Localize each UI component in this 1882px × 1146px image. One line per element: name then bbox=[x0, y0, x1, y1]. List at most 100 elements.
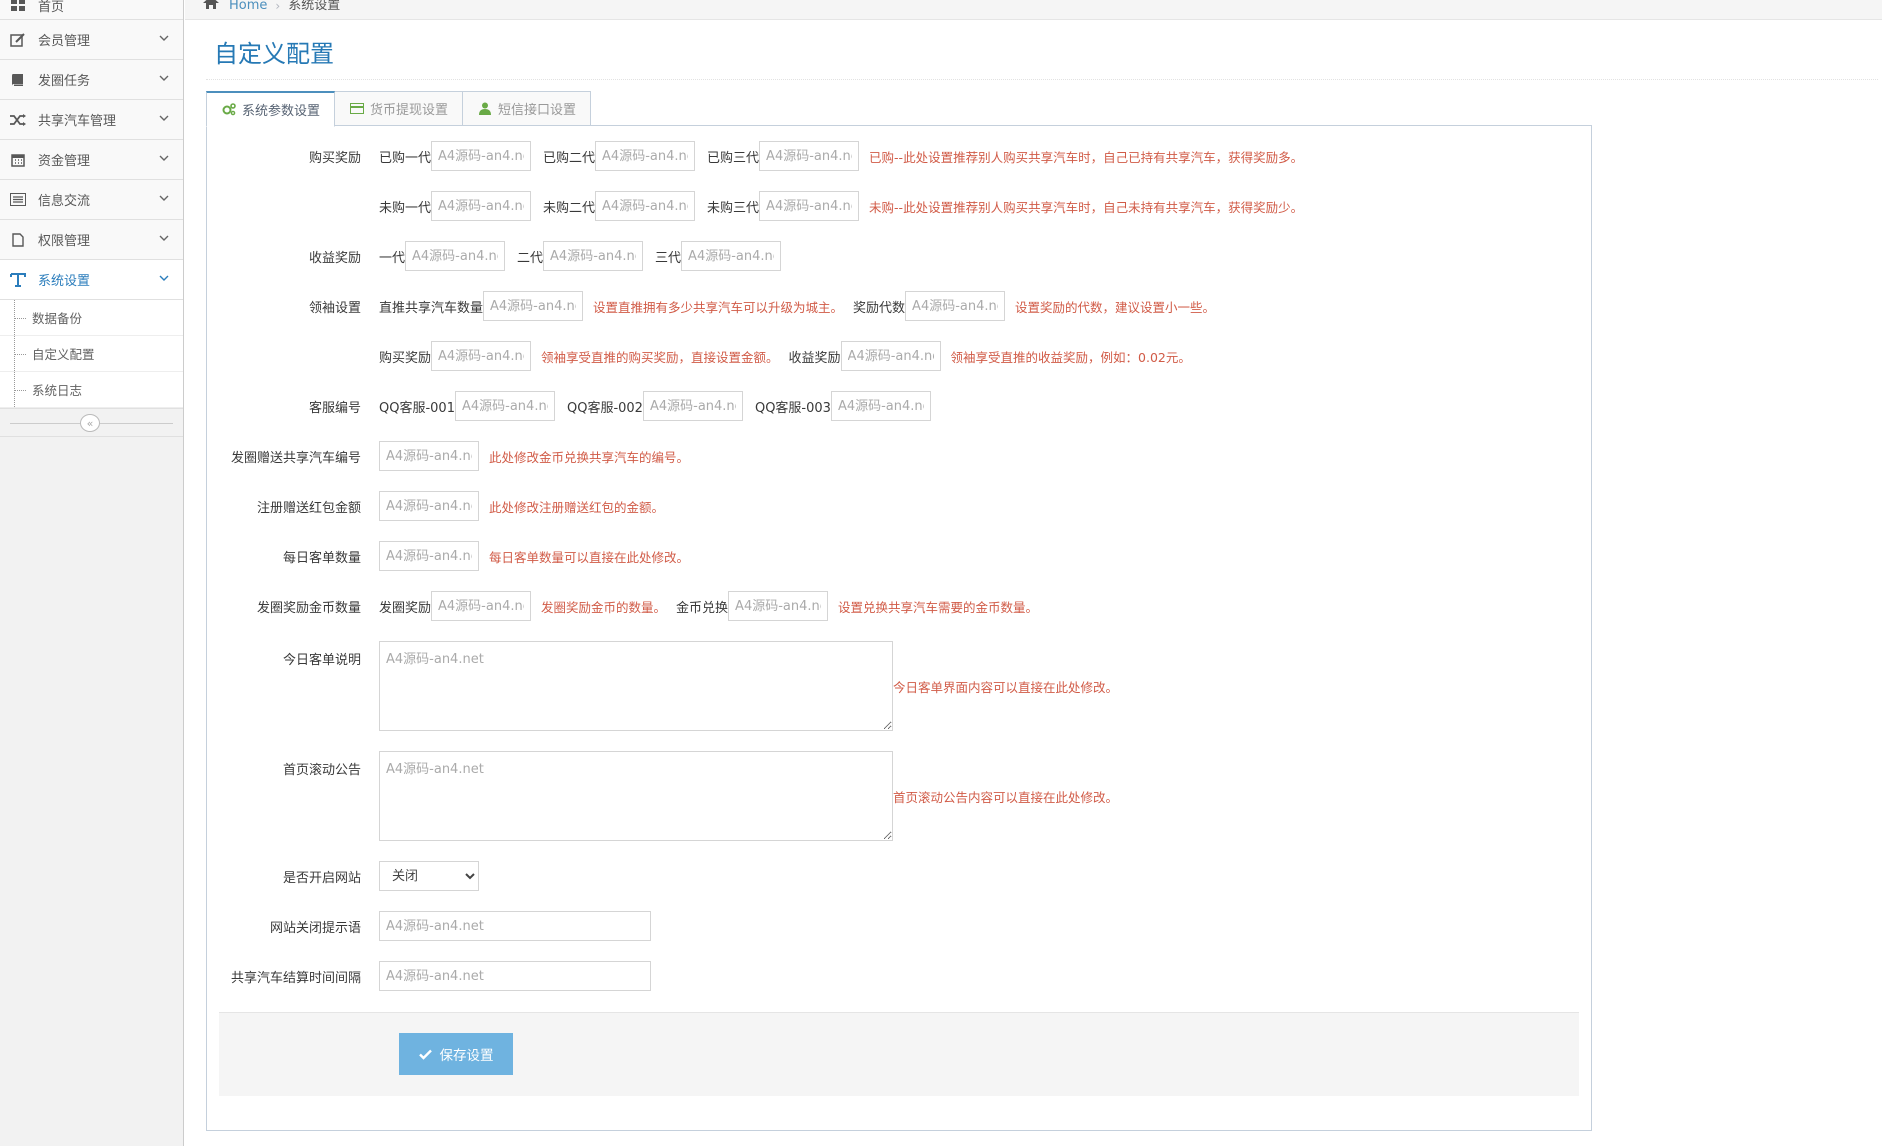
breadcrumb-home-link[interactable]: Home bbox=[229, 0, 267, 13]
sidebar-item-cars[interactable]: 共享汽车管理 bbox=[0, 100, 183, 140]
form-row-circle-reward: 发圈奖励金币数量 发圈奖励 发圈奖励金币的数量。 金币兑换 设置兑换共享汽车需要… bbox=[207, 591, 1038, 621]
form-row-site-open: 是否开启网站 关闭 bbox=[207, 861, 479, 891]
leader-direct-count-input[interactable] bbox=[483, 291, 584, 321]
leader-income-reward-input[interactable] bbox=[840, 341, 941, 371]
sidebar: 首页 会员管理 发圈任务 共享汽车管理 资金管理 信息交流 权限管理 系统设置 … bbox=[0, 0, 184, 1146]
leader-reward-gen-input[interactable] bbox=[905, 291, 1006, 321]
field-prefix: 未购二代 bbox=[543, 200, 596, 216]
chevron-down-icon bbox=[159, 75, 169, 81]
system-settings-submenu: 数据备份 自定义配置 系统日志 bbox=[0, 300, 183, 409]
field-label: 领袖设置 bbox=[308, 300, 361, 316]
register-gift-input[interactable] bbox=[379, 491, 479, 521]
tab-sms-interface[interactable]: 短信接口设置 bbox=[462, 91, 592, 126]
field-prefix: 未购一代 bbox=[379, 200, 432, 216]
bought-gen1-input[interactable] bbox=[431, 141, 532, 171]
shuffle-icon bbox=[8, 110, 28, 130]
settle-interval-input[interactable] bbox=[379, 961, 651, 991]
daily-orders-input[interactable] bbox=[379, 541, 479, 571]
field-hint: 领袖享受直推的购买奖励，直接设置金额。 bbox=[541, 349, 779, 365]
bought-gen2-input[interactable] bbox=[595, 141, 696, 171]
collapse-sidebar-button[interactable]: « bbox=[80, 414, 100, 432]
site-open-select[interactable]: 关闭 bbox=[379, 861, 479, 891]
dashboard-icon bbox=[8, 0, 28, 15]
cogs-icon bbox=[221, 102, 237, 118]
today-desc-textarea[interactable] bbox=[379, 641, 893, 731]
sidebar-item-label: 首页 bbox=[38, 0, 65, 15]
unbought-gen3-input[interactable] bbox=[759, 191, 860, 221]
income-gen1-input[interactable] bbox=[405, 241, 506, 271]
home-icon bbox=[203, 0, 219, 13]
book-icon bbox=[8, 70, 28, 90]
form-row-settle-interval: 共享汽车结算时间间隔 bbox=[207, 961, 651, 991]
field-prefix: 已购二代 bbox=[543, 150, 596, 166]
coin-exchange-input[interactable] bbox=[728, 591, 829, 621]
check-icon bbox=[418, 1049, 432, 1060]
announcement-textarea[interactable] bbox=[379, 751, 893, 841]
sidebar-item-funds[interactable]: 资金管理 bbox=[0, 140, 183, 180]
submenu-item-system-log[interactable]: 系统日志 bbox=[0, 372, 183, 408]
form-actions: 保存设置 bbox=[219, 1012, 1579, 1096]
field-prefix: 未购三代 bbox=[707, 200, 760, 216]
field-label: 今日客单说明 bbox=[282, 653, 361, 668]
field-prefix: 直推共享汽车数量 bbox=[379, 300, 484, 316]
breadcrumb-separator: › bbox=[275, 0, 281, 13]
sidebar-item-label: 信息交流 bbox=[38, 194, 91, 209]
sidebar-item-system-settings[interactable]: 系统设置 bbox=[0, 260, 183, 300]
service-001-input[interactable] bbox=[454, 391, 555, 421]
sidebar-item-messages[interactable]: 信息交流 bbox=[0, 180, 183, 220]
form-row-today-desc: 今日客单说明 今日客单界面内容可以直接在此处修改。 bbox=[207, 641, 1118, 731]
tab-bar: 系统参数设置 货币提现设置 短信接口设置 bbox=[206, 91, 592, 127]
sidebar-item-members[interactable]: 会员管理 bbox=[0, 20, 183, 60]
edit-icon bbox=[8, 30, 28, 50]
leader-buy-reward-input[interactable] bbox=[431, 341, 532, 371]
save-settings-button[interactable]: 保存设置 bbox=[399, 1033, 513, 1075]
field-hint: 首页滚动公告内容可以直接在此处修改。 bbox=[893, 789, 1119, 805]
submenu-item-backup[interactable]: 数据备份 bbox=[0, 300, 183, 336]
submenu-item-custom-config[interactable]: 自定义配置 bbox=[0, 336, 183, 372]
chevron-down-icon bbox=[159, 235, 169, 241]
form-row-daily-orders: 每日客单数量 每日客单数量可以直接在此处修改。 bbox=[207, 541, 689, 571]
breadcrumb-current: 系统设置 bbox=[288, 0, 341, 13]
field-hint: 领袖享受直推的收益奖励，例如：0.02元。 bbox=[950, 349, 1191, 365]
sidebar-collapse-bar: « bbox=[0, 409, 183, 437]
field-label: 收益奖励 bbox=[308, 250, 361, 266]
field-prefix: 二代 bbox=[517, 250, 544, 266]
chevron-down-icon bbox=[159, 155, 169, 161]
service-002-input[interactable] bbox=[642, 391, 743, 421]
field-hint: 已购--此处设置推荐别人购买共享汽车时，自己已持有共享汽车，获得奖励多。 bbox=[869, 149, 1304, 165]
income-gen2-input[interactable] bbox=[543, 241, 644, 271]
field-prefix: 购买奖励 bbox=[379, 350, 432, 366]
close-message-input[interactable] bbox=[379, 911, 651, 941]
unbought-gen1-input[interactable] bbox=[431, 191, 532, 221]
sidebar-item-tasks[interactable]: 发圈任务 bbox=[0, 60, 183, 100]
circle-reward-input[interactable] bbox=[431, 591, 532, 621]
tab-system-params[interactable]: 系统参数设置 bbox=[206, 91, 336, 127]
income-gen3-input[interactable] bbox=[681, 241, 782, 271]
form-row-service: 客服编号 QQ客服-001 QQ客服-002 QQ客服-003 bbox=[207, 391, 931, 421]
form-row-leader-rewards: 购买奖励 领袖享受直推的购买奖励，直接设置金额。 收益奖励 领袖享受直推的收益奖… bbox=[207, 341, 1191, 371]
field-hint: 每日客单数量可以直接在此处修改。 bbox=[489, 549, 690, 565]
gift-car-input[interactable] bbox=[379, 441, 479, 471]
tab-label: 短信接口设置 bbox=[498, 103, 577, 118]
sidebar-item-permissions[interactable]: 权限管理 bbox=[0, 220, 183, 260]
list-icon bbox=[8, 190, 28, 210]
bought-gen3-input[interactable] bbox=[759, 141, 860, 171]
page-title: 自定义配置 bbox=[214, 40, 334, 68]
field-label: 购买奖励 bbox=[308, 150, 361, 166]
chevron-down-icon bbox=[159, 195, 169, 201]
form-row-income-reward: 收益奖励 一代 二代 三代 bbox=[207, 241, 782, 271]
sidebar-item-label: 会员管理 bbox=[38, 34, 91, 49]
form-row-leader: 领袖设置 直推共享汽车数量 设置直推拥有多少共享汽车可以升级为城主。 奖励代数 … bbox=[207, 291, 1215, 321]
field-prefix: 一代 bbox=[379, 250, 406, 266]
field-hint: 设置兑换共享汽车需要的金币数量。 bbox=[838, 599, 1039, 615]
sidebar-item-label: 共享汽车管理 bbox=[38, 114, 117, 129]
sidebar-item-home[interactable]: 首页 bbox=[0, 0, 183, 20]
service-003-input[interactable] bbox=[830, 391, 931, 421]
tab-currency-withdraw[interactable]: 货币提现设置 bbox=[334, 91, 464, 126]
field-prefix: 三代 bbox=[655, 250, 682, 266]
field-prefix: 已购三代 bbox=[707, 150, 760, 166]
unbought-gen2-input[interactable] bbox=[595, 191, 696, 221]
field-label: 共享汽车结算时间间隔 bbox=[230, 970, 361, 986]
field-hint: 此处修改金币兑换共享汽车的编号。 bbox=[489, 449, 690, 465]
sidebar-item-label: 发圈任务 bbox=[38, 74, 91, 89]
